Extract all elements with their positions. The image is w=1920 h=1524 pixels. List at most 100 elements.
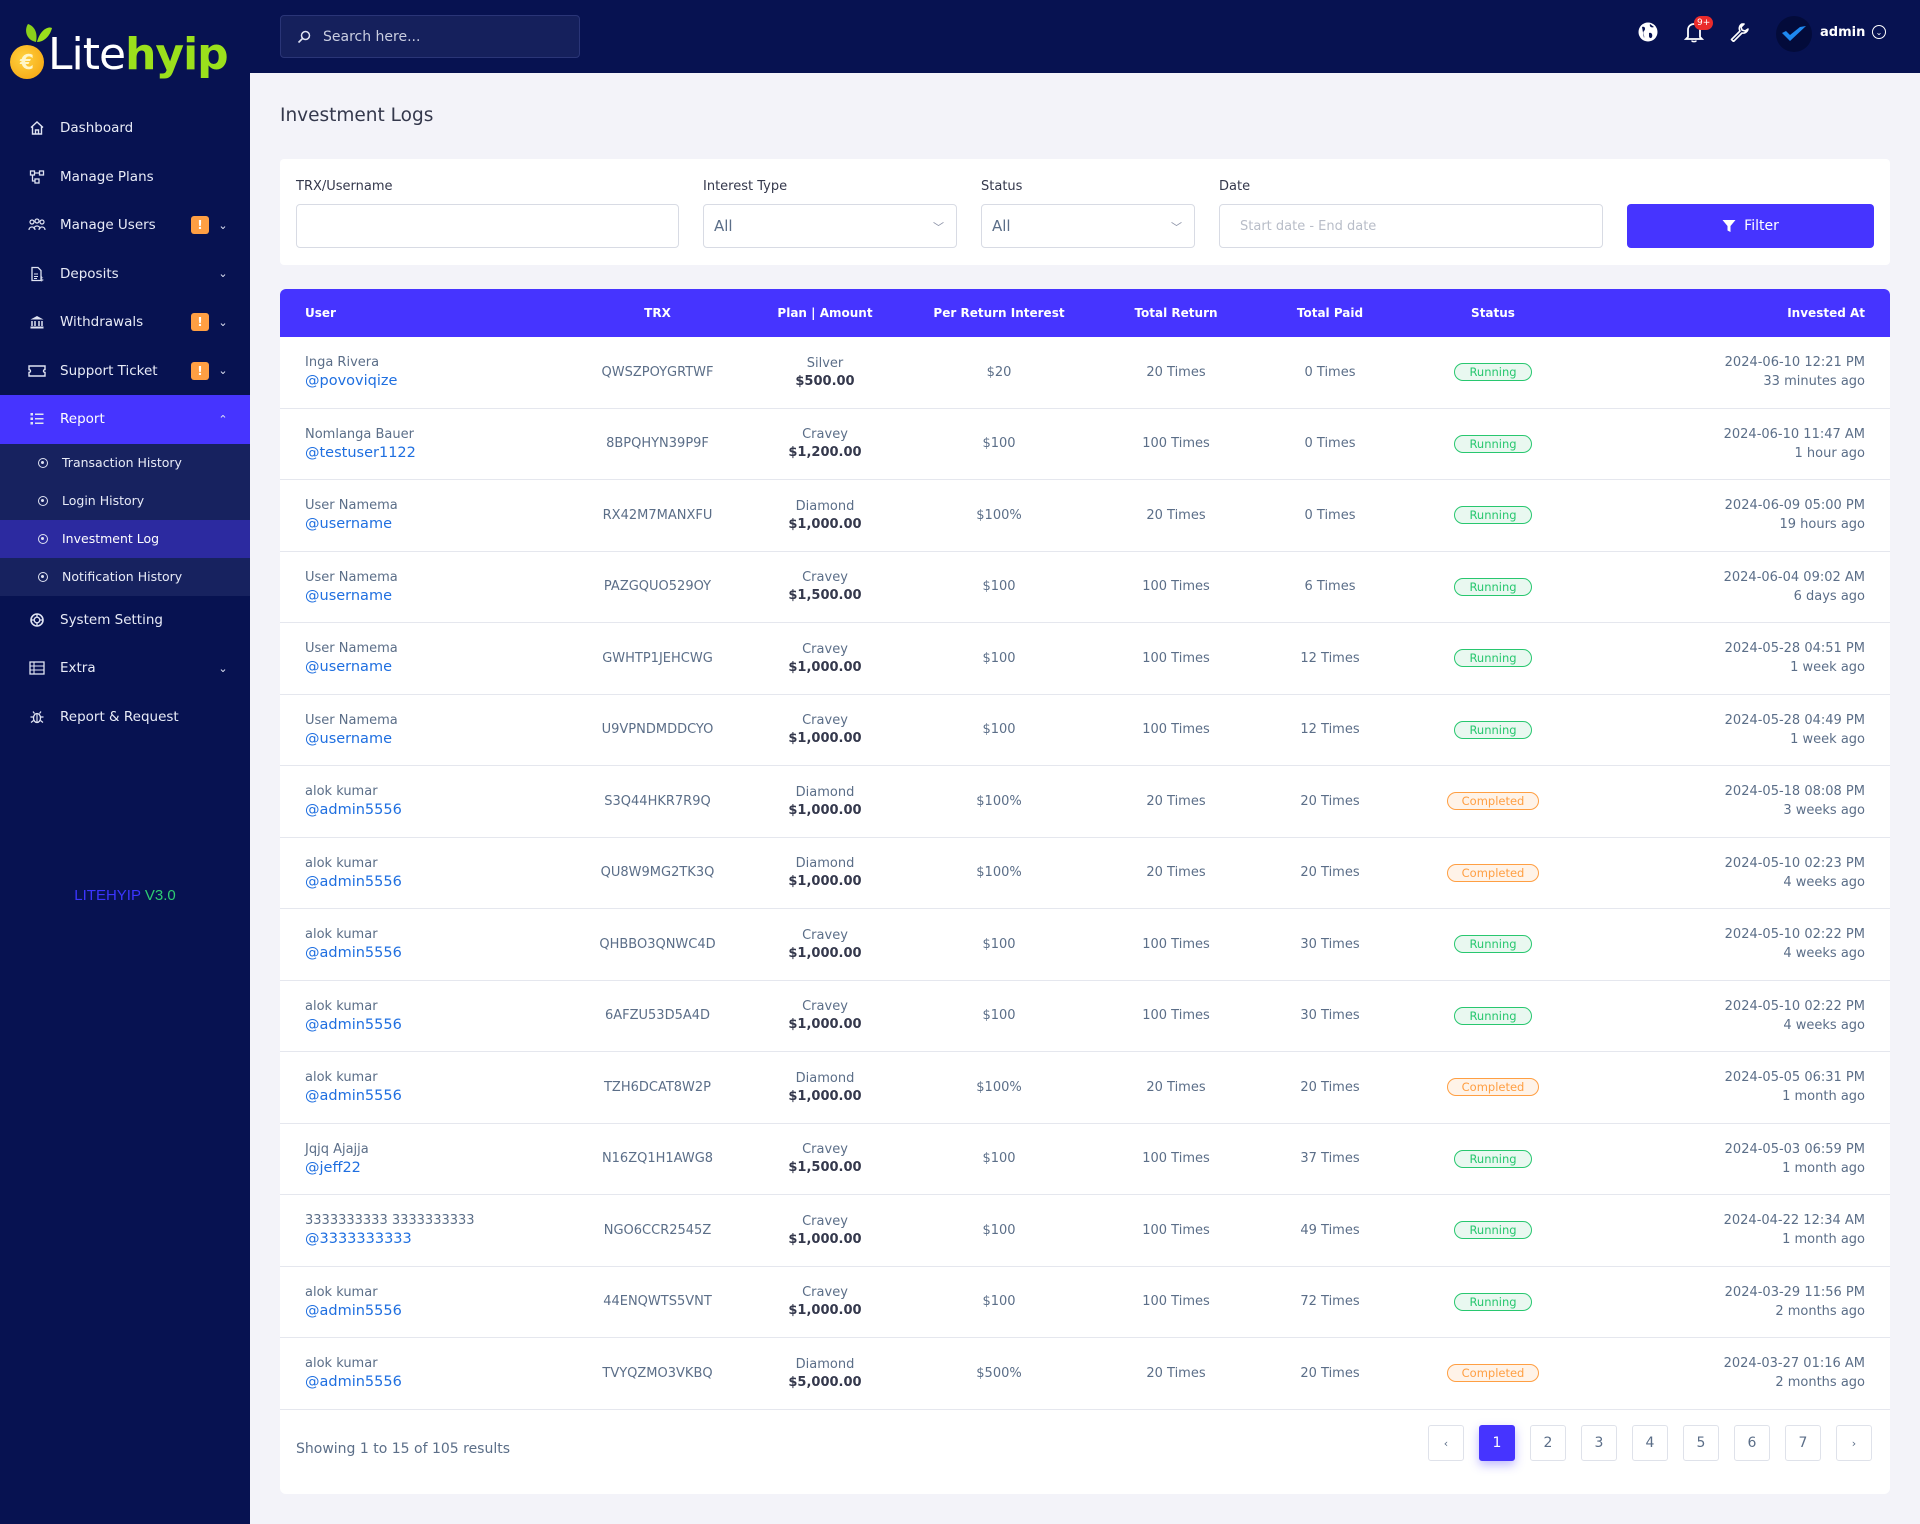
- logo[interactable]: € Litehyip: [10, 18, 229, 88]
- user-handle-link[interactable]: @admin5556: [305, 874, 402, 890]
- column-header-status[interactable]: Status: [1428, 289, 1558, 337]
- invested-relative-time: 19 hours ago: [1779, 517, 1865, 533]
- chevron-down-icon: ﹀: [933, 221, 944, 234]
- chevron-up-icon: ⌃: [218, 412, 228, 426]
- notifications-button[interactable]: 9+: [1682, 16, 1714, 44]
- user-handle-link[interactable]: @username: [305, 588, 392, 604]
- pagination-page-7[interactable]: 7: [1785, 1425, 1821, 1461]
- total-return: 20 Times: [1146, 507, 1206, 523]
- user-handle-link[interactable]: @username: [305, 516, 392, 532]
- column-header-trx[interactable]: TRX: [580, 289, 735, 337]
- language-globe-button[interactable]: [1636, 20, 1660, 44]
- user-handle-link[interactable]: @povoviqize: [305, 373, 397, 389]
- invested-relative-time: 1 week ago: [1790, 660, 1865, 676]
- dot-circle-icon: [38, 571, 48, 582]
- date-range-input[interactable]: Start date - End date: [1219, 204, 1603, 248]
- status-badge: Completed: [1446, 792, 1540, 811]
- trx-id: U9VPNDMDDCYO: [601, 722, 714, 738]
- plan-name: Diamond: [795, 1356, 855, 1372]
- pagination-page-1[interactable]: 1: [1479, 1425, 1515, 1461]
- plan-cell: Cravey $1,000.00: [760, 981, 890, 1052]
- user-fullname: User Namema: [305, 712, 398, 728]
- column-header-user[interactable]: User: [305, 289, 336, 337]
- invested-at-cell: 2024-06-09 05:00 PM 19 hours ago: [1725, 480, 1865, 551]
- total-paid: 20 Times: [1300, 865, 1360, 881]
- pagination-page-4[interactable]: 4: [1632, 1425, 1668, 1461]
- trx-username-input[interactable]: [296, 204, 679, 248]
- sidebar-item-report-request[interactable]: Report & Request: [0, 693, 250, 742]
- pagination-page-6[interactable]: 6: [1734, 1425, 1770, 1461]
- admin-username[interactable]: admin: [1820, 25, 1865, 40]
- pagination-prev-button[interactable]: ‹: [1428, 1425, 1464, 1461]
- user-handle-link[interactable]: @admin5556: [305, 1088, 402, 1104]
- pagination-next-button[interactable]: ›: [1836, 1425, 1872, 1461]
- column-header-total-return[interactable]: Total Return: [1116, 289, 1236, 337]
- plan-cell: Silver $500.00: [760, 337, 890, 408]
- total-paid: 30 Times: [1300, 1008, 1360, 1024]
- trx-id: S3Q44HKR7R9Q: [604, 793, 711, 809]
- column-header-plan-amount[interactable]: Plan | Amount: [760, 289, 890, 337]
- user-handle-link[interactable]: @admin5556: [305, 1303, 402, 1319]
- server-icon: [28, 659, 46, 677]
- interest-type-select[interactable]: All ﹀: [703, 204, 957, 248]
- user-fullname: User Namema: [305, 498, 398, 514]
- user-handle-link[interactable]: @admin5556: [305, 1017, 402, 1033]
- total-paid-cell: 6 Times: [1275, 552, 1385, 623]
- plan-amount: $1,000.00: [788, 874, 862, 890]
- plan-amount: $1,500.00: [788, 1160, 862, 1176]
- submenu-item-investment-log[interactable]: Investment Log: [0, 519, 250, 558]
- sidebar-item-withdrawals[interactable]: Withdrawals ! ⌄: [0, 298, 250, 347]
- user-handle-link[interactable]: @admin5556: [305, 802, 402, 818]
- user-cell: 3333333333 3333333333 @3333333333: [305, 1195, 475, 1266]
- total-paid-cell: 72 Times: [1275, 1267, 1385, 1338]
- column-header-total-paid[interactable]: Total Paid: [1275, 289, 1385, 337]
- status-select[interactable]: All ﹀: [981, 204, 1195, 248]
- column-header-invested-at[interactable]: Invested At: [1787, 289, 1865, 337]
- submenu-item-login-history[interactable]: Login History: [0, 482, 250, 520]
- trx-username-label: TRX/Username: [296, 179, 393, 194]
- settings-wrench-button[interactable]: [1727, 20, 1751, 44]
- pagination: ‹ 1 2 3 4 5 6 7 ›: [1428, 1425, 1872, 1461]
- search-box[interactable]: [280, 15, 580, 58]
- total-return-cell: 100 Times: [1116, 981, 1236, 1052]
- invested-date: 2024-05-10 02:22 PM: [1724, 927, 1865, 943]
- sidebar-item-manage-plans[interactable]: Manage Plans: [0, 153, 250, 202]
- total-return: 100 Times: [1142, 1151, 1210, 1167]
- pagination-page-5[interactable]: 5: [1683, 1425, 1719, 1461]
- table-row: alok kumar @admin5556 QHBBO3QNWC4D Crave…: [280, 909, 1890, 981]
- sidebar-item-system-setting[interactable]: System Setting: [0, 596, 250, 645]
- sidebar-item-support-ticket[interactable]: Support Ticket ! ⌄: [0, 347, 250, 396]
- filter-button[interactable]: Filter: [1627, 204, 1874, 248]
- plan-name: Cravey: [802, 427, 848, 443]
- user-handle-link[interactable]: @username: [305, 731, 392, 747]
- trx-id: PAZGQUO529OY: [603, 579, 712, 595]
- per-return-interest: $100%: [976, 1079, 1022, 1095]
- sidebar-item-extra[interactable]: Extra ⌄: [0, 644, 250, 693]
- per-return-interest: $500%: [976, 1365, 1022, 1381]
- sidebar-item-deposits[interactable]: $ Deposits ⌄: [0, 250, 250, 299]
- page-title: Investment Logs: [280, 105, 434, 126]
- plan-amount: $1,000.00: [788, 731, 862, 747]
- search-input[interactable]: [323, 28, 553, 45]
- column-header-per-return-interest[interactable]: Per Return Interest: [929, 289, 1069, 337]
- sidebar-item-dashboard[interactable]: Dashboard: [0, 104, 250, 153]
- svg-text:$: $: [40, 276, 44, 282]
- user-handle-link[interactable]: @username: [305, 659, 392, 675]
- pagination-page-2[interactable]: 2: [1530, 1425, 1566, 1461]
- alert-badge: !: [191, 313, 209, 332]
- sidebar-item-manage-users[interactable]: Manage Users ! ⌄: [0, 201, 250, 250]
- user-handle-link[interactable]: @admin5556: [305, 1374, 402, 1390]
- pagination-page-3[interactable]: 3: [1581, 1425, 1617, 1461]
- user-handle-link[interactable]: @testuser1122: [305, 445, 416, 461]
- user-handle-link[interactable]: @3333333333: [305, 1231, 412, 1247]
- submenu-item-transaction-history[interactable]: Transaction History: [0, 444, 250, 482]
- avatar[interactable]: [1776, 16, 1812, 52]
- total-return-cell: 20 Times: [1116, 1052, 1236, 1123]
- user-handle-link[interactable]: @admin5556: [305, 945, 402, 961]
- chevron-down-circle-icon[interactable]: ⌄: [1872, 25, 1886, 39]
- submenu-item-notification-history[interactable]: Notification History: [0, 558, 250, 596]
- plan-amount: $1,000.00: [788, 1303, 862, 1319]
- total-return-cell: 100 Times: [1116, 409, 1236, 480]
- user-handle-link[interactable]: @jeff22: [305, 1160, 361, 1176]
- sidebar-item-report[interactable]: Report ⌃: [0, 395, 250, 444]
